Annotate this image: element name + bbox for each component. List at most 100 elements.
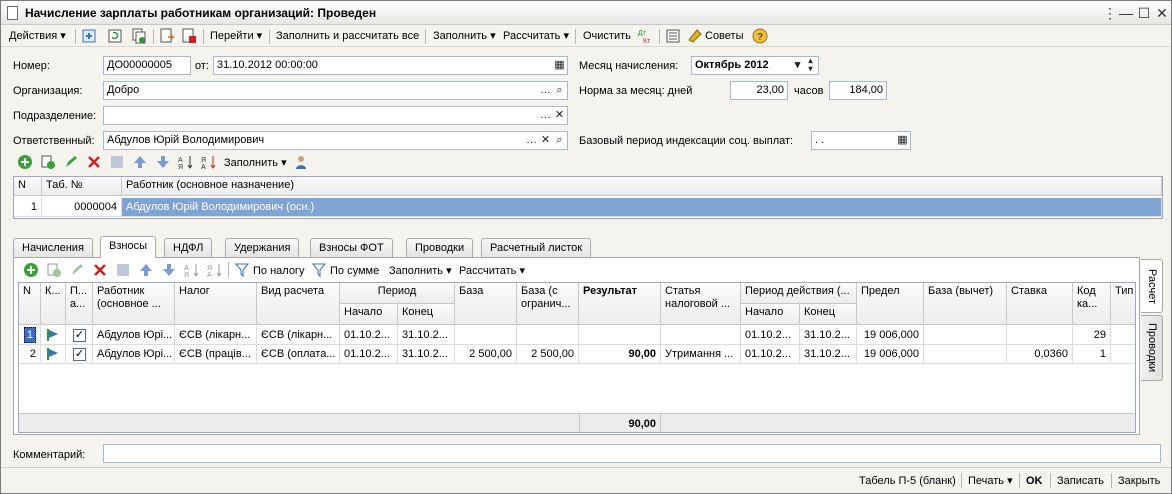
emp-fill-menu[interactable]: Заполнить ▾ xyxy=(224,156,287,170)
col-valid-period[interactable]: Период действия (... xyxy=(741,283,857,304)
fill-calc-all-button[interactable]: Заполнить и рассчитать все xyxy=(276,28,419,44)
sort-desc-icon[interactable]: ЯА xyxy=(201,154,217,170)
col-limit[interactable]: Предел xyxy=(857,283,924,325)
calendar-icon[interactable]: ▦ xyxy=(553,57,566,74)
ok-button[interactable]: OK xyxy=(1026,474,1043,488)
copy-icon[interactable] xyxy=(46,262,62,278)
copy-doc-icon[interactable] xyxy=(131,28,147,44)
add-icon[interactable] xyxy=(23,262,39,278)
resp-field[interactable]: Абдулов Юрій Володимирович … ✕ ⌕ xyxy=(103,131,568,150)
print-menu[interactable]: Печать ▾ xyxy=(968,474,1013,488)
col-end[interactable]: Конец xyxy=(398,304,455,325)
contrib-calc-menu[interactable]: Рассчитать ▾ xyxy=(459,264,525,278)
calc-menu[interactable]: Рассчитать ▾ xyxy=(503,28,569,44)
clear-icon[interactable]: ✕ xyxy=(539,132,552,149)
dropdown-icon[interactable]: ▾ xyxy=(791,57,804,74)
close-doc-button[interactable]: Закрыть xyxy=(1118,474,1160,488)
edit-icon[interactable] xyxy=(69,262,85,278)
spin-icon[interactable]: ▴ ▾ xyxy=(804,57,817,74)
tab-accruals[interactable]: Начисления xyxy=(13,238,93,257)
tabel-button[interactable]: Табель П-5 (бланк) xyxy=(859,474,956,488)
refresh-icon[interactable] xyxy=(107,28,123,44)
by-sum-button[interactable]: По сумме xyxy=(330,264,379,278)
col-base-deduction[interactable]: База (вычет) xyxy=(924,283,1007,325)
tab-payslip[interactable]: Расчетный листок xyxy=(481,238,592,257)
dept-field[interactable]: … ✕ xyxy=(103,106,568,125)
report-icon[interactable] xyxy=(181,28,197,44)
col-k[interactable]: К... xyxy=(41,283,66,325)
number-field[interactable]: ДО00000005 xyxy=(103,56,191,75)
contrib-fill-menu[interactable]: Заполнить ▾ xyxy=(389,264,452,278)
col-period[interactable]: Период xyxy=(340,283,455,304)
delete-icon[interactable] xyxy=(92,262,108,278)
actions-menu[interactable]: Действия ▾ xyxy=(9,28,66,44)
tips-button[interactable]: Советы xyxy=(705,28,743,44)
clear-button[interactable]: Очистить xyxy=(583,28,631,44)
copy-icon[interactable] xyxy=(40,154,56,170)
col-tax[interactable]: Налог xyxy=(175,283,257,325)
sort-asc-icon[interactable]: АЯ xyxy=(178,154,194,170)
col-p[interactable]: П... а... xyxy=(66,283,93,325)
list-icon[interactable] xyxy=(665,28,681,44)
calendar-icon[interactable]: ▦ xyxy=(896,132,909,149)
side-tab-postings[interactable]: Проводки xyxy=(1141,315,1163,381)
col-n[interactable]: N xyxy=(14,177,42,196)
col-n[interactable]: N xyxy=(19,283,41,325)
col-code[interactable]: Код ка... xyxy=(1073,283,1111,325)
add-icon[interactable] xyxy=(17,154,33,170)
close-button[interactable]: ✕ xyxy=(1153,4,1171,22)
search-icon[interactable]: ⌕ xyxy=(553,132,566,149)
col-base-limited[interactable]: База (с огранич... xyxy=(517,283,579,325)
maximize-button[interactable]: ☐ xyxy=(1135,4,1153,22)
base-period-field[interactable]: . . ▦ xyxy=(811,131,911,150)
search-icon[interactable]: ⌕ xyxy=(553,82,566,99)
select-icon[interactable]: … xyxy=(525,132,538,149)
tab-postings[interactable]: Проводки xyxy=(406,238,474,257)
goto-menu[interactable]: Перейти ▾ xyxy=(210,28,262,44)
col-start[interactable]: Начало xyxy=(340,304,398,325)
col-tab[interactable]: Таб. № xyxy=(42,177,122,196)
select-icon[interactable]: … xyxy=(539,107,552,124)
col-worker[interactable]: Работник (основное назначение) xyxy=(122,177,1162,196)
date-field[interactable]: 31.10.2012 00:00:00 ▦ xyxy=(213,56,568,75)
help-icon[interactable]: ? xyxy=(752,28,768,44)
col-calc-type[interactable]: Вид расчета xyxy=(257,283,340,325)
tab-deductions[interactable]: Удержания xyxy=(225,238,300,257)
by-tax-button[interactable]: По налогу xyxy=(253,264,304,278)
col-result[interactable]: Результат xyxy=(579,283,661,325)
structure-icon[interactable] xyxy=(159,28,175,44)
month-field[interactable]: Октябрь 2012 ▾ ▴ ▾ xyxy=(691,56,819,75)
col-base[interactable]: База xyxy=(455,283,517,325)
fill-menu[interactable]: Заполнить ▾ xyxy=(433,28,496,44)
post-icon[interactable] xyxy=(81,28,97,44)
end-edit-icon[interactable] xyxy=(115,262,131,278)
dt-kt-icon[interactable]: Дт Кт xyxy=(637,28,653,44)
select-icon[interactable]: … xyxy=(539,82,552,99)
tab-ndfl[interactable]: НДФЛ xyxy=(164,238,213,257)
move-down-icon[interactable] xyxy=(161,262,177,278)
sort-desc-icon[interactable]: ЯА xyxy=(207,262,223,278)
comment-field[interactable] xyxy=(103,444,1161,463)
norm-days-field[interactable]: 23,00 xyxy=(730,81,788,100)
norm-hours-field[interactable]: 184,00 xyxy=(829,81,887,100)
col-article[interactable]: Статья налоговой ... xyxy=(661,283,741,325)
employee-icon[interactable] xyxy=(294,154,310,170)
minimize-button[interactable]: — xyxy=(1117,4,1135,22)
sort-asc-icon[interactable]: АЯ xyxy=(184,262,200,278)
tab-contributions-fot[interactable]: Взносы ФОТ xyxy=(310,238,393,257)
edit-icon[interactable] xyxy=(63,154,79,170)
org-field[interactable]: Добро … ⌕ xyxy=(103,81,568,100)
end-edit-icon[interactable] xyxy=(109,154,125,170)
col-valid-start[interactable]: Начало xyxy=(741,304,800,325)
clear-icon[interactable]: ✕ xyxy=(553,107,566,124)
col-rate[interactable]: Ставка xyxy=(1007,283,1073,325)
save-button[interactable]: Записать xyxy=(1057,474,1104,488)
delete-icon[interactable] xyxy=(86,154,102,170)
col-worker[interactable]: Работник (основное ... xyxy=(93,283,175,325)
move-down-icon[interactable] xyxy=(155,154,171,170)
col-type[interactable]: Тип xyxy=(1111,283,1135,325)
tab-contributions[interactable]: Взносы xyxy=(100,236,156,258)
col-valid-end[interactable]: Конец xyxy=(800,304,857,325)
active-checkbox[interactable]: ✓ xyxy=(73,348,86,361)
move-up-icon[interactable] xyxy=(138,262,154,278)
